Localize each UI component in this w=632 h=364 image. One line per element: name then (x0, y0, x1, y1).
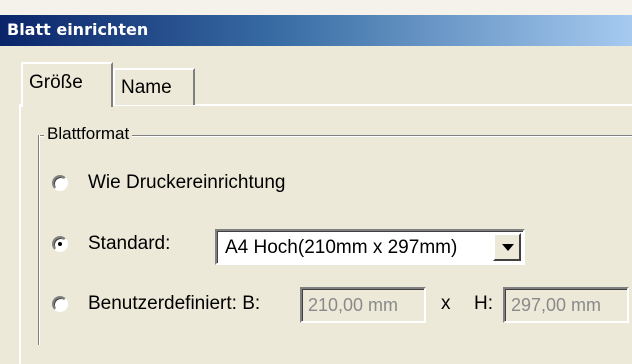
radio-custom-label[interactable]: Benutzerdefiniert: B: (88, 293, 260, 315)
tab-name-label: Name (121, 77, 172, 98)
groupbox-border-left (38, 135, 40, 345)
groupbox-label: Blattformat (44, 124, 133, 144)
window-title: Blatt einrichten (7, 20, 149, 39)
tab-name[interactable]: Name (113, 68, 195, 105)
radio-standard-label[interactable]: Standard: (88, 233, 170, 255)
radio-printer-setup-label[interactable]: Wie Druckereinrichtung (88, 172, 285, 194)
height-input[interactable]: 297,00 mm (503, 287, 629, 323)
title-bar[interactable]: Blatt einrichten (0, 15, 632, 46)
times-label: x (441, 293, 451, 314)
radio-printer-setup[interactable] (52, 175, 68, 191)
window-top-edge (0, 0, 632, 15)
width-input[interactable]: 210,00 mm (300, 287, 426, 323)
tab-groesse[interactable]: Größe (21, 62, 113, 107)
tab-groesse-label: Größe (29, 72, 83, 93)
paper-format-select[interactable]: A4 Hoch(210mm x 297mm) (215, 229, 525, 265)
height-label: H: (474, 293, 493, 314)
paper-format-value: A4 Hoch(210mm x 297mm) (225, 237, 458, 258)
radio-standard[interactable] (52, 236, 68, 252)
chevron-down-icon[interactable] (493, 233, 521, 261)
radio-custom[interactable] (52, 296, 68, 312)
